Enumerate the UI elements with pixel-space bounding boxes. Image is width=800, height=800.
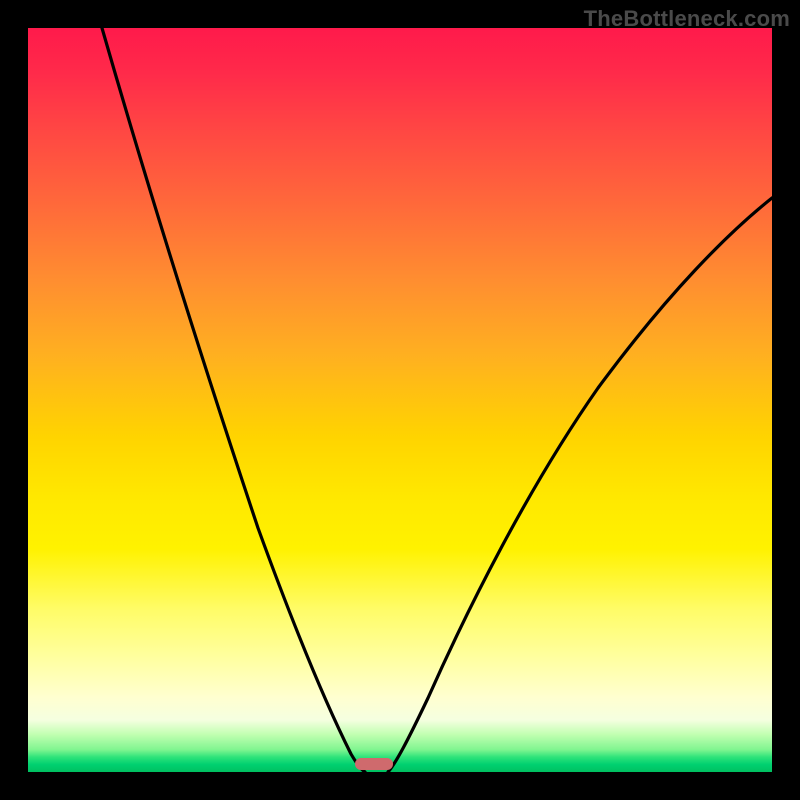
watermark-text: TheBottleneck.com (584, 6, 790, 32)
left-curve (102, 28, 365, 772)
bottleneck-marker (355, 758, 392, 770)
curves-layer (28, 28, 772, 772)
chart-frame: TheBottleneck.com (0, 0, 800, 800)
right-curve (388, 198, 772, 772)
plot-area (28, 28, 772, 772)
